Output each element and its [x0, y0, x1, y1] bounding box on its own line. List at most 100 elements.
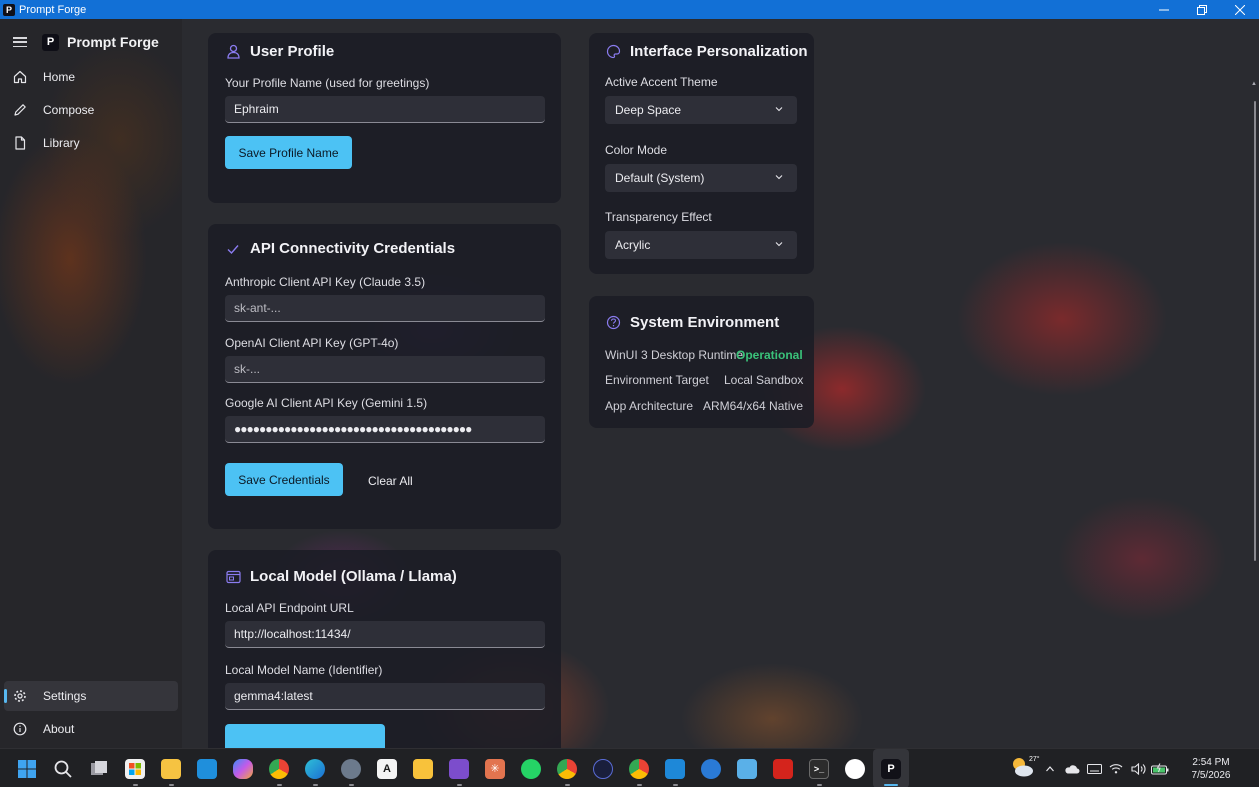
openai-key-input[interactable]: sk-... — [225, 356, 545, 383]
restore-button[interactable] — [1183, 0, 1221, 19]
local-model-card: Local Model (Ollama / Llama) Local API E… — [208, 550, 561, 748]
taskbar-app-store[interactable] — [117, 749, 153, 787]
sync-icon — [701, 758, 721, 779]
card-title: User Profile — [250, 43, 335, 60]
taskbar-app-settings[interactable] — [333, 749, 369, 787]
terminal-icon: >_ — [809, 758, 829, 779]
taskbar-app-sync[interactable] — [693, 749, 729, 787]
sidebar-item-label: Settings — [43, 689, 87, 703]
onedrive-button[interactable] — [1061, 749, 1083, 787]
minimize-button[interactable] — [1145, 0, 1183, 19]
taskbar: A ✳ >_ P 27° 2:54 PM 7/5/2026 — [0, 748, 1259, 787]
sidebar-item-library[interactable]: Library — [4, 128, 178, 158]
sidebar-item-about[interactable]: About — [4, 714, 178, 744]
volume-button[interactable] — [1127, 749, 1149, 787]
env-target-value: Local Sandbox — [724, 373, 804, 387]
store-icon — [129, 762, 141, 775]
taskbar-app-claude[interactable]: ✳ — [477, 749, 513, 787]
taskbar-app-notepad[interactable] — [729, 749, 765, 787]
restore-icon — [1197, 4, 1207, 15]
edge-icon — [305, 758, 325, 779]
taskbar-app-chrome-2[interactable] — [549, 749, 585, 787]
scroll-up-icon[interactable]: ▲ — [1251, 81, 1257, 87]
save-credentials-button[interactable]: Save Credentials — [225, 463, 343, 496]
card-title: Interface Personalization — [630, 43, 808, 60]
taskbar-app-news[interactable] — [189, 749, 225, 787]
clear-all-button[interactable]: Clear All — [368, 474, 413, 488]
task-view-button[interactable] — [81, 749, 117, 787]
wifi-button[interactable] — [1105, 749, 1127, 787]
taskbar-app-a[interactable]: A — [369, 749, 405, 787]
taskbar-app-camera[interactable] — [585, 749, 621, 787]
taskbar-app-copilot[interactable] — [225, 749, 261, 787]
sidebar: P Prompt Forge Home Compose Library Sett… — [0, 19, 182, 748]
search-button[interactable] — [45, 749, 81, 787]
taskbar-app-sticky[interactable] — [405, 749, 441, 787]
google-key-label: Google AI Client API Key (Gemini 1.5) — [225, 396, 428, 410]
app-logo: P — [42, 33, 59, 51]
volume-icon — [1130, 762, 1145, 775]
transparency-select[interactable]: Acrylic — [605, 231, 797, 259]
taskbar-app-edge[interactable] — [297, 749, 333, 787]
accent-theme-select[interactable]: Deep Space — [605, 96, 797, 124]
endpoint-url-label: Local API Endpoint URL — [225, 601, 354, 615]
taskbar-app-whatsapp[interactable] — [513, 749, 549, 787]
visual-studio-icon — [449, 758, 469, 779]
chevron-down-icon — [775, 175, 783, 180]
openai-key-label: OpenAI Client API Key (GPT-4o) — [225, 336, 399, 350]
hamburger-menu-icon[interactable] — [13, 37, 27, 47]
chevron-up-icon — [1046, 765, 1054, 771]
taskbar-app-terminal[interactable]: >_ — [801, 749, 837, 787]
pdf-icon — [773, 758, 793, 779]
camera-icon — [593, 758, 613, 779]
taskbar-app-chrome-3[interactable] — [621, 749, 657, 787]
transparency-value: Acrylic — [615, 238, 651, 252]
start-button[interactable] — [9, 749, 45, 787]
model-name-input[interactable]: gemma4:latest — [225, 683, 545, 710]
taskbar-app-chrome[interactable] — [261, 749, 297, 787]
keyboard-icon — [1086, 763, 1102, 774]
chrome-icon — [269, 758, 289, 779]
vertical-scrollbar[interactable] — [1254, 101, 1256, 561]
sidebar-item-compose[interactable]: Compose — [4, 95, 178, 125]
cloud-icon — [1065, 764, 1080, 773]
taskbar-app-explorer[interactable] — [153, 749, 189, 787]
profile-name-input[interactable]: Ephraim — [225, 96, 545, 123]
chevron-down-icon — [775, 242, 783, 247]
taskbar-app-pdf[interactable] — [765, 749, 801, 787]
app-name: Prompt Forge — [67, 34, 159, 50]
anthropic-key-input[interactable]: sk-ant-... — [225, 295, 545, 322]
taskbar-app-vs[interactable] — [441, 749, 477, 787]
sidebar-item-settings[interactable]: Settings — [4, 681, 178, 711]
card-title: API Connectivity Credentials — [250, 240, 456, 257]
color-mode-select[interactable]: Default (System) — [605, 164, 797, 192]
clock[interactable]: 2:54 PM 7/5/2026 — [1171, 756, 1251, 782]
taskbar-app-prompt-forge[interactable]: P — [873, 749, 909, 787]
weather-widget[interactable]: 27° — [1010, 754, 1040, 784]
save-local-model-button[interactable] — [225, 724, 385, 748]
close-button[interactable] — [1221, 0, 1259, 19]
battery-charging-icon — [1151, 762, 1169, 774]
save-profile-name-button[interactable]: Save Profile Name — [225, 136, 352, 169]
palette-icon — [605, 44, 621, 60]
taskbar-app-vscode[interactable] — [657, 749, 693, 787]
accent-theme-label: Active Accent Theme — [605, 75, 718, 89]
sidebar-item-label: Library — [43, 136, 80, 150]
close-icon — [1235, 4, 1245, 15]
keyboard-button[interactable] — [1083, 749, 1105, 787]
accent-theme-value: Deep Space — [615, 103, 682, 117]
settings-content: User Profile Your Profile Name (used for… — [182, 19, 1259, 748]
sidebar-item-home[interactable]: Home — [4, 62, 178, 92]
env-architecture-label: App Architecture — [605, 399, 694, 413]
google-key-input[interactable]: ●●●●●●●●●●●●●●●●●●●●●●●●●●●●●●●●●●●●●● — [225, 416, 545, 443]
model-name-label: Local Model Name (Identifier) — [225, 663, 383, 677]
clock-date: 7/5/2026 — [1191, 769, 1231, 781]
tray-expand-button[interactable] — [1039, 749, 1061, 787]
window-title: Prompt Forge — [19, 3, 87, 16]
taskbar-app-linux[interactable] — [837, 749, 873, 787]
battery-button[interactable] — [1149, 749, 1171, 787]
pencil-icon — [12, 102, 28, 118]
transparency-label: Transparency Effect — [605, 210, 712, 224]
card-title: Local Model (Ollama / Llama) — [250, 568, 457, 585]
endpoint-url-input[interactable]: http://localhost:11434/ — [225, 621, 545, 648]
